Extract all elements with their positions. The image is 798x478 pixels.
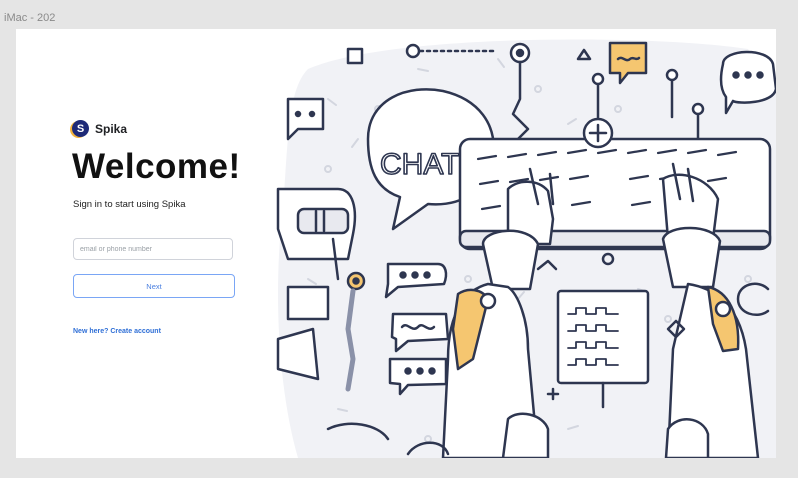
brand-name: Spika — [95, 121, 128, 136]
next-button[interactable]: Next — [73, 274, 235, 298]
brand-logo: S Spika — [72, 120, 127, 137]
spika-logo-icon: S — [72, 120, 89, 137]
page-subtitle: Sign in to start using Spika — [73, 199, 186, 210]
login-page: S Spika Welcome! Sign in to start using … — [16, 29, 776, 458]
chat-bubble-text: CHAT — [380, 148, 459, 181]
create-account-link[interactable]: New here? Create account — [73, 328, 161, 335]
email-phone-input[interactable] — [73, 238, 233, 260]
frame-label: iMac - 202 — [4, 12, 56, 24]
page-title: Welcome! — [72, 147, 241, 186]
robot-chat-illustration: CHAT — [276, 39, 776, 458]
